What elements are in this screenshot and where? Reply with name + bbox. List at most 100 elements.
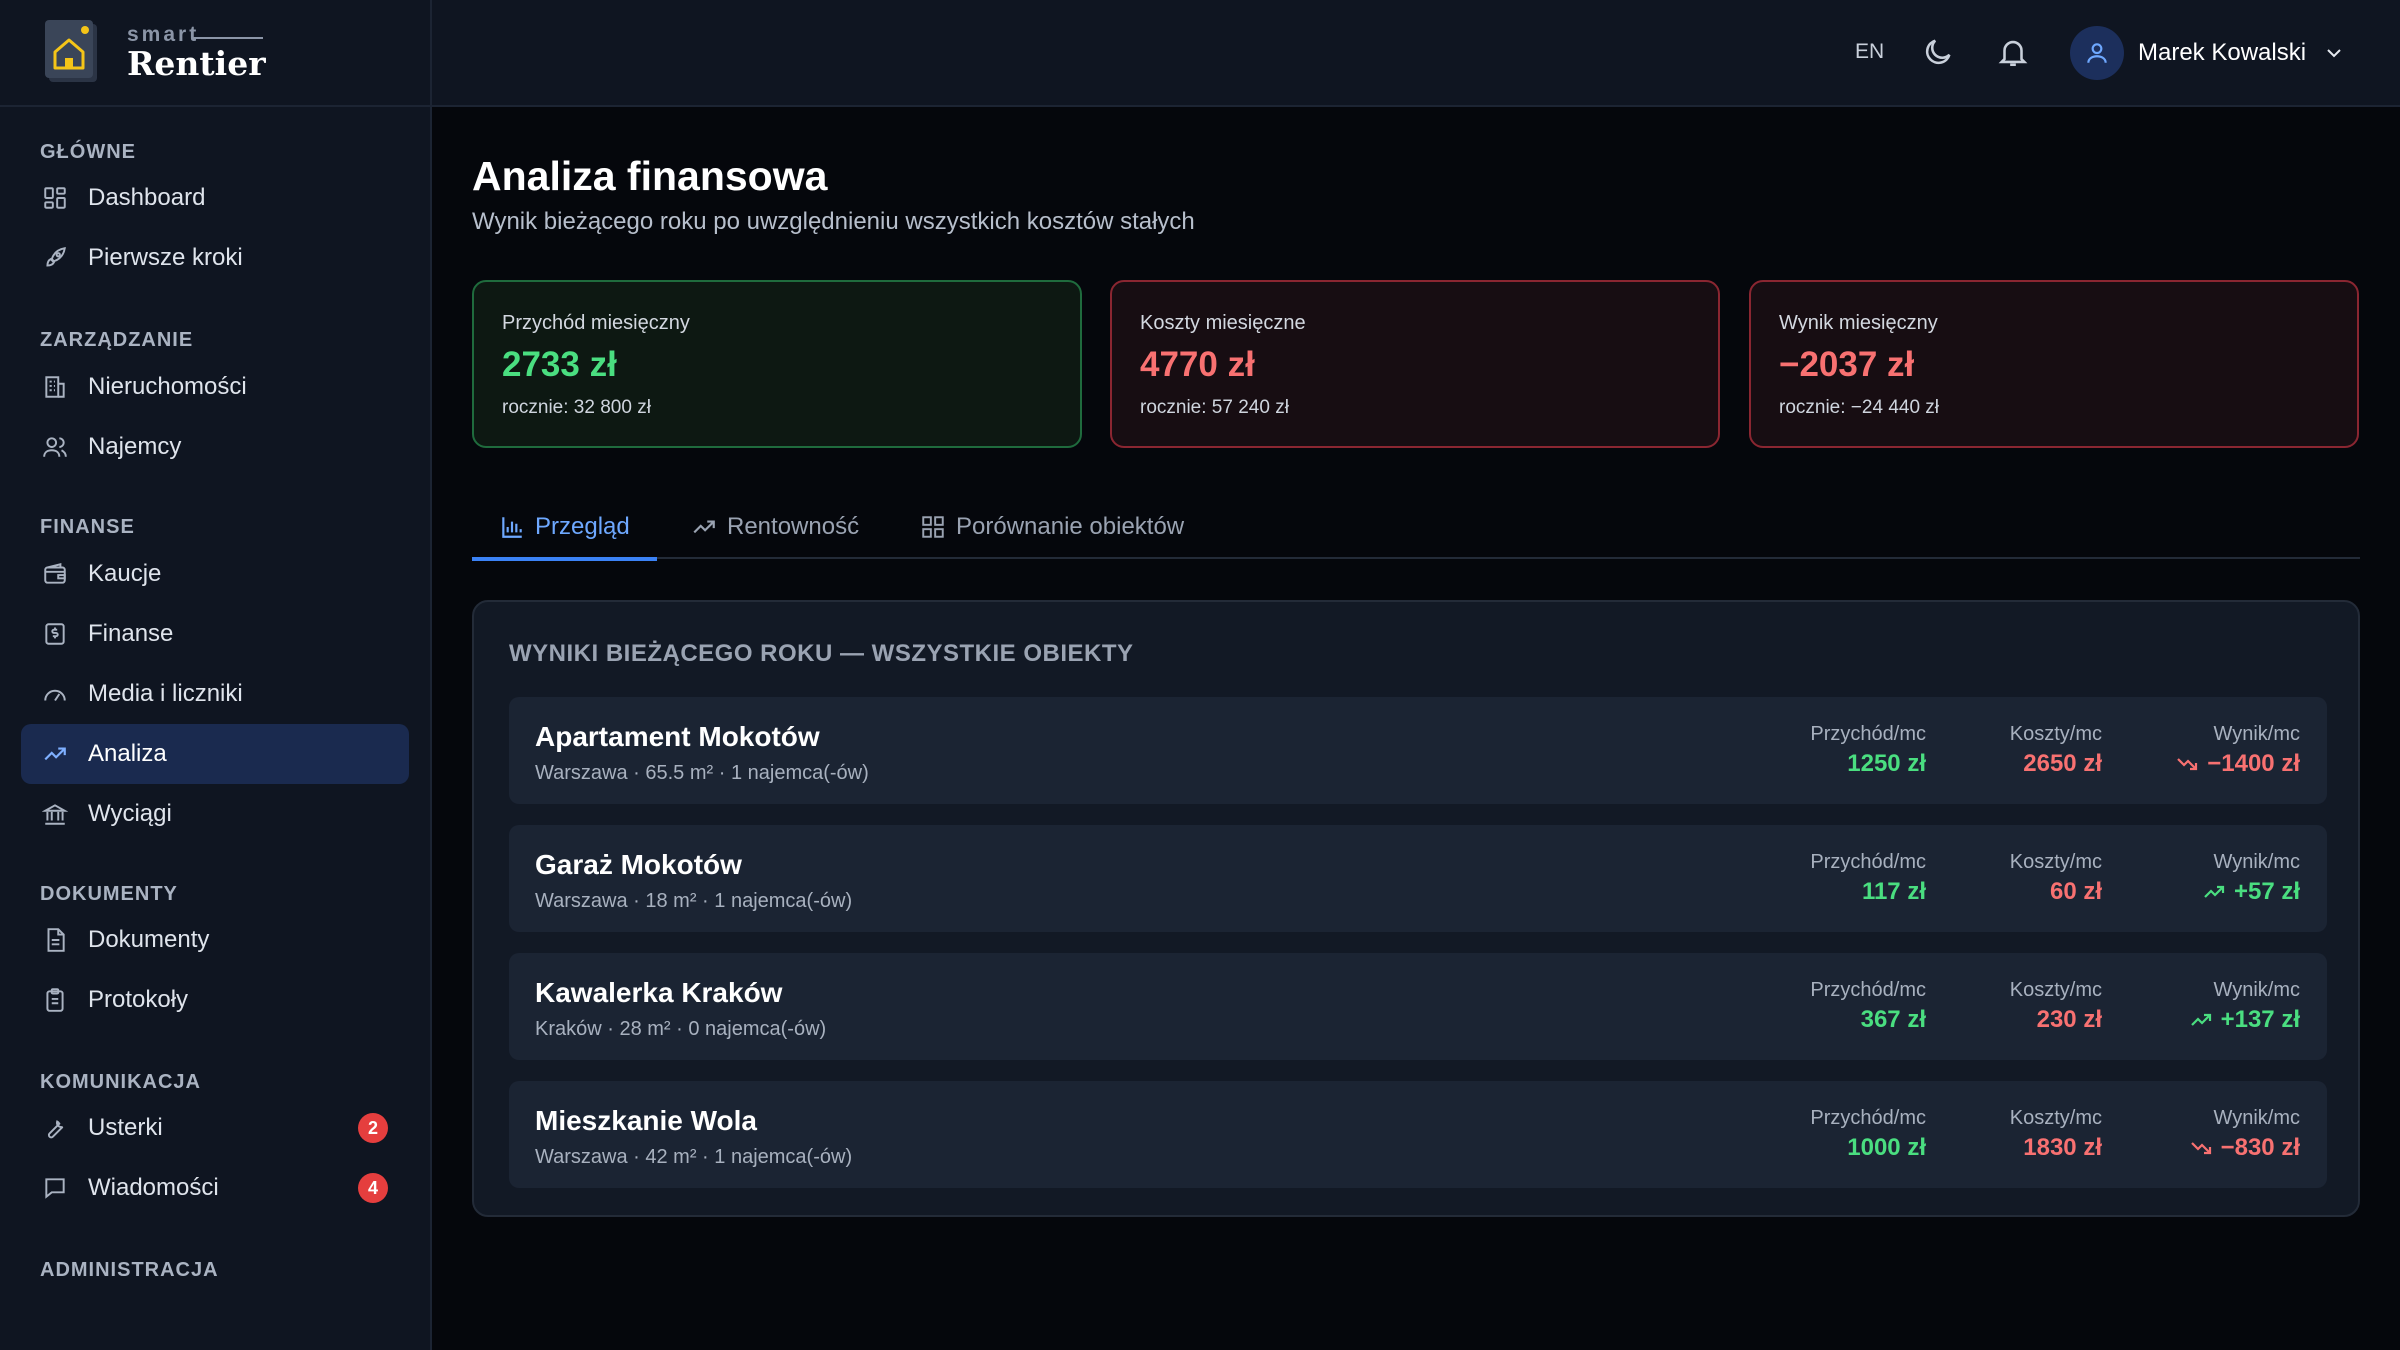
property-row[interactable]: Garaż Mokotów Warszawa · 18 m² · 1 najem…: [509, 825, 2327, 932]
property-row[interactable]: Kawalerka Kraków Kraków · 28 m² · 0 naje…: [509, 953, 2327, 1060]
sidebar-item-label: Nieruchomości: [88, 373, 247, 400]
trend-up-icon: [2190, 1013, 2211, 1026]
nav-section-zarzadzanie: ZARZĄDZANIE: [40, 329, 194, 351]
sidebar-item-wiadomosci[interactable]: Wiadomości 4: [21, 1158, 409, 1218]
user-menu[interactable]: Marek Kowalski: [2070, 26, 2346, 80]
wrench-icon: [40, 1113, 70, 1143]
sidebar-item-label: Dokumenty: [88, 926, 210, 953]
result-value: −1400 zł: [2207, 750, 2300, 777]
income-value: 117 zł: [1861, 878, 1926, 905]
nav-section-komunikacja: KOMUNIKACJA: [40, 1071, 201, 1093]
tab-przeglad[interactable]: Przegląd: [472, 495, 657, 561]
usterki-count-badge: 2: [358, 1113, 388, 1143]
sidebar-item-label: Analiza: [88, 740, 167, 767]
rocket-icon: [40, 243, 70, 273]
costs-value: 60 zł: [2049, 878, 2102, 905]
wallet-icon: [40, 559, 70, 589]
nav-section-administracja: ADMINISTRACJA: [40, 1259, 219, 1281]
house-logo-icon: [43, 18, 103, 88]
sidebar-item-kaucje[interactable]: Kaucje: [21, 544, 409, 604]
costs-value: 2650 zł: [2023, 750, 2102, 777]
bank-icon: [40, 799, 70, 829]
result-value: −830 zł: [2220, 1134, 2300, 1161]
sidebar-item-nieruchomosci[interactable]: Nieruchomości: [21, 357, 409, 417]
grid-icon: [920, 514, 946, 540]
income-label: Przychód/mc: [1810, 723, 1926, 745]
moon-icon[interactable]: [1921, 35, 1955, 69]
trend-up-icon: [2204, 885, 2225, 898]
bell-icon[interactable]: [1996, 35, 2030, 69]
stat-label: Wynik miesięczny: [1779, 312, 1938, 334]
document-icon: [40, 925, 70, 955]
result-label: Wynik/mc: [2213, 1107, 2300, 1129]
property-name: Garaż Mokotów: [535, 849, 742, 880]
result-value: +57 zł: [2233, 878, 2300, 905]
income-label: Przychód/mc: [1810, 979, 1926, 1001]
wiadomosci-count-badge: 4: [358, 1173, 388, 1203]
sidebar-item-analiza[interactable]: Analiza: [21, 724, 409, 784]
sidebar-item-wyciagi[interactable]: Wyciągi: [21, 784, 409, 844]
sidebar-item-protokoly[interactable]: Protokoły: [21, 970, 409, 1030]
stat-value: 4770 zł: [1140, 345, 1255, 384]
property-meta: Warszawa · 65.5 m² · 1 najemca(-ów): [535, 762, 869, 784]
tab-rentownosc[interactable]: Rentowność: [691, 495, 859, 559]
nav-section-finanse: FINANSE: [40, 516, 135, 538]
user-icon: [2087, 43, 2107, 63]
logo[interactable]: smart Rentier: [0, 0, 430, 107]
sidebar-item-dokumenty[interactable]: Dokumenty: [21, 910, 409, 970]
sidebar-item-label: Finanse: [88, 620, 174, 647]
page-subtitle: Wynik bieżącego roku po uwzględnieniu ws…: [472, 208, 1195, 235]
income-label: Przychód/mc: [1810, 851, 1926, 873]
page-title: Analiza finansowa: [472, 153, 828, 199]
language-switch[interactable]: EN: [1855, 40, 1884, 64]
nav-section-glowne: GŁÓWNE: [40, 141, 136, 163]
stat-yearly: rocznie: −24 440 zł: [1779, 397, 1940, 418]
stat-label: Koszty miesięczne: [1140, 312, 1306, 334]
result-label: Wynik/mc: [2213, 723, 2300, 745]
stat-yearly: rocznie: 32 800 zł: [502, 397, 651, 418]
sidebar-nav: GŁÓWNE Dashboard Pierwsze kroki ZARZĄDZA…: [0, 138, 430, 1284]
income-value: 367 zł: [1860, 1006, 1926, 1033]
trend-up-icon: [691, 514, 717, 540]
dashboard-icon: [40, 183, 70, 213]
property-meta: Warszawa · 42 m² · 1 najemca(-ów): [535, 1146, 853, 1168]
chevron-down-icon: [2322, 41, 2346, 65]
result-value: +137 zł: [2220, 1006, 2300, 1033]
tab-bar: Przegląd Rentowność Porównanie obiektów: [472, 495, 2360, 561]
property-name: Kawalerka Kraków: [535, 977, 783, 1008]
property-meta: Kraków · 28 m² · 0 najemca(-ów): [535, 1018, 827, 1040]
tab-porownanie[interactable]: Porównanie obiektów: [920, 495, 1184, 559]
sidebar-item-finanse[interactable]: Finanse: [21, 604, 409, 664]
costs-value: 230 zł: [2036, 1006, 2102, 1033]
costs-label: Koszty/mc: [2009, 1107, 2102, 1129]
sidebar-item-media[interactable]: Media i liczniki: [21, 664, 409, 724]
sidebar-item-label: Najemcy: [88, 433, 182, 460]
clipboard-icon: [40, 985, 70, 1015]
top-bar: EN Marek Kowalski: [432, 0, 2400, 107]
dollar-icon: [40, 619, 70, 649]
sidebar-item-usterki[interactable]: Usterki 2: [21, 1098, 409, 1158]
sidebar-item-label: Wiadomości: [88, 1174, 219, 1201]
trend-down-icon: [2177, 758, 2198, 771]
stat-yearly: rocznie: 57 240 zł: [1140, 397, 1289, 418]
property-row[interactable]: Apartament Mokotów Warszawa · 65.5 m² · …: [509, 697, 2327, 804]
brand-divider: [193, 36, 263, 39]
tab-label: Przegląd: [535, 513, 630, 540]
sidebar-item-label: Wyciągi: [88, 800, 172, 827]
stat-card-income: Przychód miesięczny 2733 zł rocznie: 32 …: [472, 280, 1082, 448]
property-name: Mieszkanie Wola: [535, 1105, 758, 1136]
building-icon: [40, 372, 70, 402]
sidebar: smart Rentier GŁÓWNE Dashboard Pierwsze …: [0, 0, 432, 1350]
sidebar-item-najemcy[interactable]: Najemcy: [21, 417, 409, 477]
property-meta: Warszawa · 18 m² · 1 najemca(-ów): [535, 890, 853, 912]
panel-title: WYNIKI BIEŻĄCEGO ROKU — WSZYSTKIE OBIEKT…: [509, 640, 1134, 667]
sidebar-item-label: Protokoły: [88, 986, 189, 1013]
nav-section-dokumenty: DOKUMENTY: [40, 883, 178, 905]
gauge-icon: [40, 679, 70, 709]
property-row[interactable]: Mieszkanie Wola Warszawa · 42 m² · 1 naj…: [509, 1081, 2327, 1188]
sidebar-item-pierwsze-kroki[interactable]: Pierwsze kroki: [21, 228, 409, 288]
costs-value: 1830 zł: [2023, 1134, 2102, 1161]
avatar: [2070, 26, 2124, 80]
stat-value: −2037 zł: [1779, 345, 1915, 384]
sidebar-item-dashboard[interactable]: Dashboard: [21, 168, 409, 228]
